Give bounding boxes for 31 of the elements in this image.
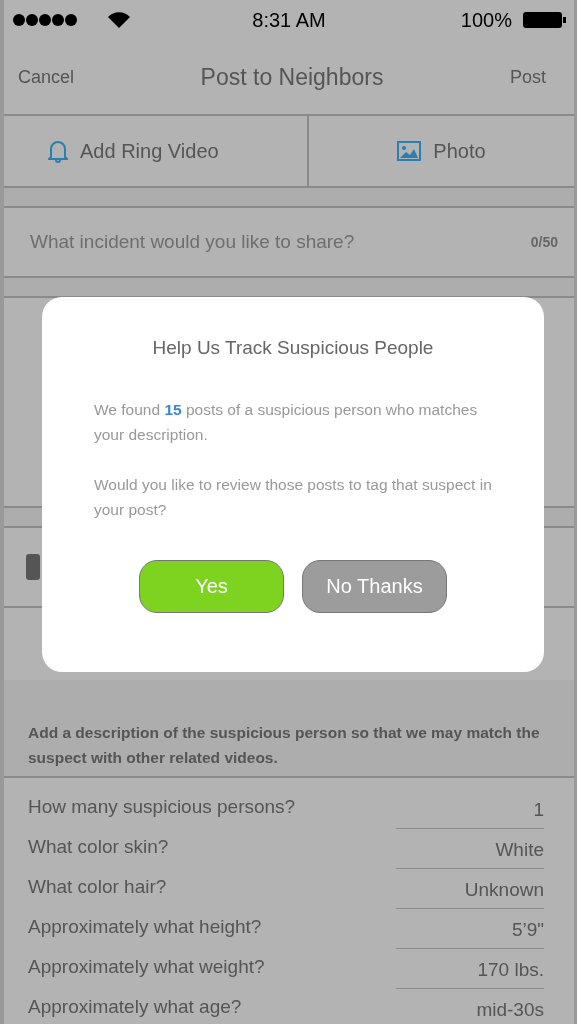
field-value[interactable]: White: [495, 839, 544, 860]
add-video-button[interactable]: Add Ring Video: [4, 116, 307, 186]
dialog-message: We found 15 posts of a suspicious person who matches your description.: [94, 400, 479, 445]
battery-icon: [522, 11, 566, 29]
field-label: Approximately what height?: [28, 916, 262, 937]
bell-icon: [48, 139, 68, 163]
field-value[interactable]: 170 lbs.: [477, 959, 544, 980]
no-thanks-button[interactable]: No Thanks: [302, 560, 447, 613]
character-counter: 0/50: [530, 234, 558, 250]
cancel-button[interactable]: Cancel: [18, 66, 75, 88]
dialog-title: Help Us Track Suspicious People: [151, 337, 435, 359]
wifi-icon: [108, 12, 130, 28]
post-button[interactable]: Post: [509, 66, 546, 88]
photo-button[interactable]: Photo: [307, 116, 574, 186]
status-time: 8:31 AM: [252, 8, 326, 32]
toggle-shape: [26, 554, 40, 580]
incident-field[interactable]: What incident would you like to share?: [28, 230, 531, 254]
field-label: Approximately what weight?: [28, 956, 265, 977]
field-label: What color hair?: [28, 876, 167, 897]
field-label: How many suspicious persons?: [28, 796, 296, 817]
field-label: Approximately what age?: [28, 996, 242, 1017]
field-value[interactable]: 5’9": [511, 919, 544, 940]
field-value[interactable]: 1: [533, 799, 544, 820]
image-icon: [397, 141, 422, 161]
battery-percent: 100%: [460, 8, 512, 32]
dialog-question: Would you like to review those posts to tag that suspect in your post?: [94, 475, 492, 520]
field-label: What color skin?: [28, 836, 169, 857]
field-value[interactable]: Unknown: [464, 879, 544, 900]
screen-title: Post to Neighbors: [200, 63, 384, 91]
yes-button[interactable]: Yes: [139, 560, 284, 613]
field-value[interactable]: mid-30s: [476, 999, 544, 1020]
